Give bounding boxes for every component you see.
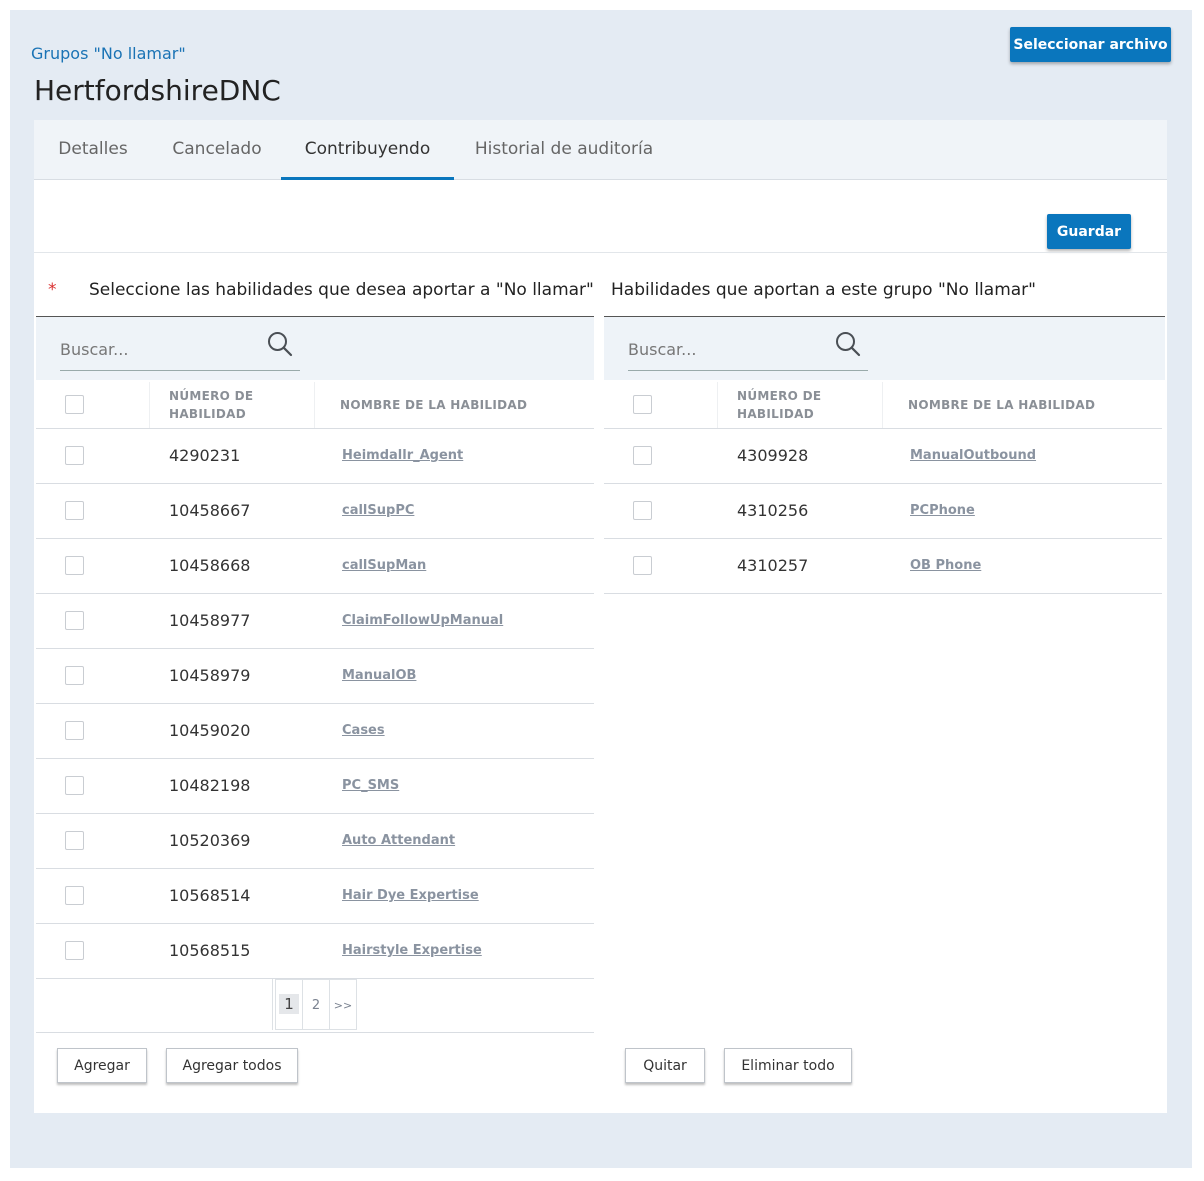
column-header-skill-number[interactable]: NÚMERO DE HABILIDAD (737, 387, 821, 423)
add-all-button[interactable]: Agregar todos (166, 1048, 298, 1083)
left-search-input[interactable] (60, 329, 300, 371)
row-checkbox[interactable] (65, 446, 84, 465)
row-checkbox[interactable] (65, 611, 84, 630)
row-checkbox[interactable] (633, 446, 652, 465)
column-header-skill-name[interactable]: NOMBRE DE LA HABILIDAD (908, 396, 1095, 414)
search-band (36, 317, 594, 380)
table-row: 4310257 OB Phone (604, 539, 1162, 594)
save-button[interactable]: Guardar (1047, 214, 1131, 249)
skill-name-link[interactable]: ManualOutbound (910, 448, 1036, 463)
column-separator (717, 382, 718, 428)
row-checkbox[interactable] (65, 941, 84, 960)
skill-name-link[interactable]: ClaimFollowUpManual (342, 613, 503, 628)
search-icon[interactable] (835, 331, 861, 357)
table-row: 4290231 Heimdallr_Agent (36, 429, 594, 484)
page-2-button[interactable]: 2 (302, 979, 330, 1030)
main-card: Detalles Cancelado Contribuyendo Histori… (34, 120, 1167, 1113)
row-checkbox[interactable] (633, 501, 652, 520)
skill-number: 4310257 (737, 556, 809, 575)
page-1-button[interactable]: 1 (275, 979, 303, 1030)
table-row: 10458667 callSupPC (36, 484, 594, 539)
select-all-checkbox[interactable] (65, 395, 84, 414)
table-row: 10482198 PC_SMS (36, 759, 594, 814)
tab-details[interactable]: Detalles (50, 120, 136, 180)
skill-number: 4309928 (737, 446, 809, 465)
row-checkbox[interactable] (65, 501, 84, 520)
toolbar-divider (34, 252, 1167, 253)
row-checkbox[interactable] (633, 556, 652, 575)
table-row: 10458977 ClaimFollowUpManual (36, 594, 594, 649)
row-checkbox[interactable] (65, 556, 84, 575)
skill-number: 10520369 (169, 831, 251, 850)
skill-name-link[interactable]: Hair Dye Expertise (342, 888, 479, 903)
search-icon[interactable] (267, 331, 293, 357)
skill-number: 10458977 (169, 611, 251, 630)
column-separator (882, 382, 883, 428)
table-row: 4310256 PCPhone (604, 484, 1162, 539)
table-row: 10520369 Auto Attendant (36, 814, 594, 869)
table-row: 10568515 Hairstyle Expertise (36, 924, 594, 979)
skill-name-link[interactable]: callSupPC (342, 503, 414, 518)
row-checkbox[interactable] (65, 721, 84, 740)
tab-audit-history[interactable]: Historial de auditoría (470, 120, 658, 180)
right-panel-title: Habilidades que aportan a este grupo "No… (611, 280, 1036, 300)
search-band (604, 317, 1165, 380)
column-header-skill-name[interactable]: NOMBRE DE LA HABILIDAD (340, 396, 527, 414)
table-row: 10458668 callSupMan (36, 539, 594, 594)
row-checkbox[interactable] (65, 776, 84, 795)
skill-name-link[interactable]: Hairstyle Expertise (342, 943, 482, 958)
skill-number: 10482198 (169, 776, 251, 795)
left-panel-title: Seleccione las habilidades que desea apo… (89, 280, 594, 300)
tab-bar: Detalles Cancelado Contribuyendo Histori… (34, 120, 1167, 180)
skill-number: 10458667 (169, 501, 251, 520)
select-file-button[interactable]: Seleccionar archivo (1010, 27, 1171, 62)
skill-name-link[interactable]: PCPhone (910, 503, 975, 518)
row-checkbox[interactable] (65, 886, 84, 905)
skill-number: 4310256 (737, 501, 809, 520)
row-checkbox[interactable] (65, 666, 84, 685)
skill-name-link[interactable]: ManualOB (342, 668, 416, 683)
right-search-input[interactable] (628, 329, 868, 371)
skill-name-link[interactable]: Heimdallr_Agent (342, 448, 463, 463)
pagination: 1 2 >> (275, 979, 357, 1030)
select-all-checkbox[interactable] (633, 395, 652, 414)
row-checkbox[interactable] (65, 831, 84, 850)
skill-name-link[interactable]: OB Phone (910, 558, 981, 573)
add-button[interactable]: Agregar (57, 1048, 147, 1083)
table-header: NÚMERO DE HABILIDAD NOMBRE DE LA HABILIDA… (36, 380, 594, 429)
skill-name-link[interactable]: callSupMan (342, 558, 426, 573)
skill-number: 10459020 (169, 721, 251, 740)
skill-number: 10458668 (169, 556, 251, 575)
tab-cancelled[interactable]: Cancelado (164, 120, 270, 180)
tab-contributing[interactable]: Contribuyendo (281, 120, 454, 180)
column-header-skill-number[interactable]: NÚMERO DE HABILIDAD (169, 387, 253, 423)
column-separator (149, 382, 150, 428)
remove-button[interactable]: Quitar (625, 1048, 705, 1083)
skill-number: 10458979 (169, 666, 251, 685)
skill-name-link[interactable]: Auto Attendant (342, 833, 455, 848)
table-row: 10459020 Cases (36, 704, 594, 759)
pager-divider (36, 1032, 594, 1033)
skill-number: 10568515 (169, 941, 251, 960)
page-title: HertfordshireDNC (34, 74, 281, 107)
skill-number: 10568514 (169, 886, 251, 905)
skill-name-link[interactable]: PC_SMS (342, 778, 399, 793)
table-row: 4309928 ManualOutbound (604, 429, 1162, 484)
remove-all-button[interactable]: Eliminar todo (724, 1048, 852, 1083)
column-separator (314, 382, 315, 428)
skill-number: 4290231 (169, 446, 241, 465)
next-page-button[interactable]: >> (329, 979, 357, 1030)
required-indicator: * (48, 280, 57, 300)
breadcrumb-dnc-groups[interactable]: Grupos "No llamar" (31, 44, 186, 63)
table-row: 10568514 Hair Dye Expertise (36, 869, 594, 924)
skill-name-link[interactable]: Cases (342, 723, 385, 738)
table-header: NÚMERO DE HABILIDAD NOMBRE DE LA HABILIDA… (604, 380, 1162, 429)
table-row: 10458979 ManualOB (36, 649, 594, 704)
